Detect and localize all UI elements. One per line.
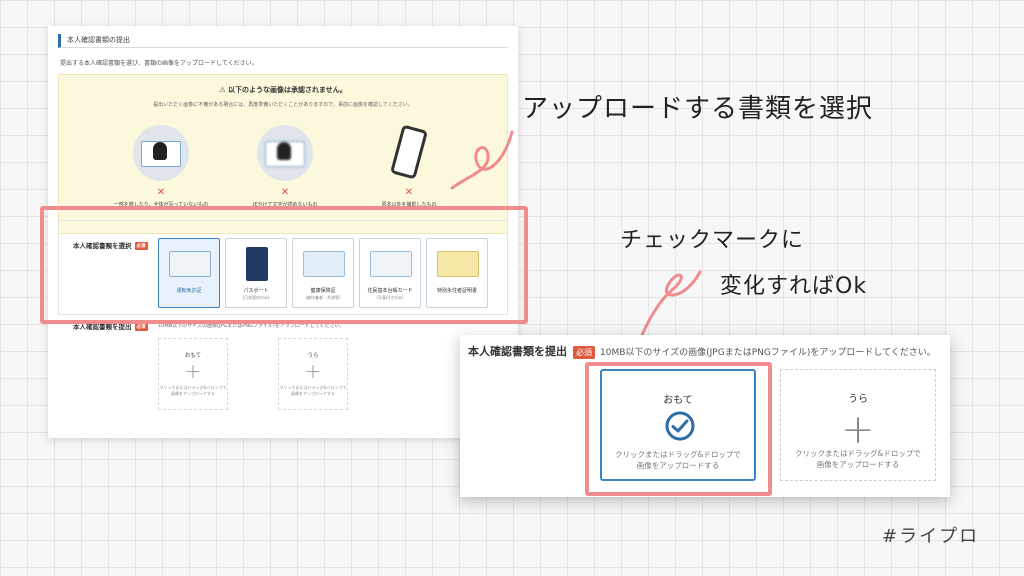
plus-icon: + — [841, 407, 875, 453]
upload-back-dropzone[interactable]: うら + クリックまたはドラッグ&ドロップで 画像をアップロードする — [780, 369, 936, 481]
upload-hint: 10MB以下のサイズの画像(JPGまたはPNGファイル)をアップロードしてくださ… — [600, 348, 936, 358]
annotation-check-line2: 変化すればOk — [720, 274, 868, 299]
annotation-check-line1: チェックマークに — [620, 228, 805, 253]
required-badge: 必須 — [573, 345, 595, 359]
annotation-select-doc: アップロードする書類を選択 — [522, 94, 874, 124]
uploaded-highlight-frame — [585, 362, 772, 496]
brand-tag: #ライプロ — [882, 526, 980, 547]
upload-label: 本人確認書類を提出 — [468, 345, 567, 358]
